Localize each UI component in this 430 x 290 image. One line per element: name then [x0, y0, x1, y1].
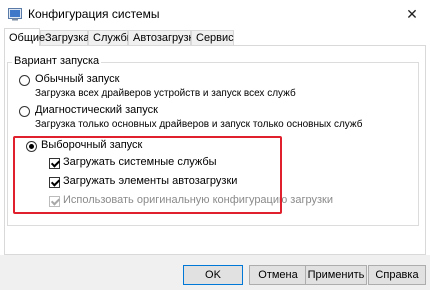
- selective-startup-label[interactable]: Выборочный запуск: [41, 139, 142, 151]
- close-icon: ✕: [406, 5, 418, 22]
- tab-general[interactable]: Общие: [4, 28, 45, 46]
- load-startup-items-checkbox[interactable]: [49, 177, 60, 188]
- selective-startup-radio[interactable]: [26, 141, 37, 152]
- tab-startup[interactable]: Автозагрузка: [128, 30, 200, 45]
- tab-services[interactable]: Службы: [88, 30, 135, 45]
- tab-boot[interactable]: Загрузка: [40, 30, 89, 45]
- help-button[interactable]: Справка: [368, 265, 426, 285]
- load-system-services-checkbox[interactable]: [49, 158, 60, 169]
- window-title: Конфигурация системы: [28, 7, 160, 21]
- diagnostic-startup-description: Загрузка только основных драйверов и зап…: [35, 119, 363, 130]
- ok-button[interactable]: OK: [183, 265, 243, 285]
- load-startup-items-label[interactable]: Загружать элементы автозагрузки: [63, 175, 237, 187]
- msconfig-icon: [8, 8, 22, 21]
- normal-startup-radio[interactable]: [19, 75, 30, 86]
- diagnostic-startup-label[interactable]: Диагностический запуск: [35, 104, 158, 116]
- cancel-button[interactable]: Отмена: [249, 265, 307, 285]
- diagnostic-startup-radio[interactable]: [19, 106, 30, 117]
- close-button[interactable]: ✕: [394, 0, 430, 28]
- startup-group-label: Вариант запуска: [12, 55, 102, 67]
- normal-startup-label[interactable]: Обычный запуск: [35, 73, 119, 85]
- apply-button[interactable]: Применить: [305, 265, 367, 285]
- title-bar: Конфигурация системы ✕: [0, 0, 430, 28]
- tab-tools[interactable]: Сервис: [191, 30, 234, 45]
- use-original-boot-config-label: Использовать оригинальную конфигурацию з…: [63, 194, 333, 206]
- normal-startup-description: Загрузка всех драйверов устройств и запу…: [35, 88, 296, 99]
- tab-strip: Общие Загрузка Службы Автозагрузка Серви…: [0, 28, 430, 46]
- use-original-boot-config-checkbox: [49, 196, 60, 207]
- load-system-services-label[interactable]: Загружать системные службы: [63, 156, 217, 168]
